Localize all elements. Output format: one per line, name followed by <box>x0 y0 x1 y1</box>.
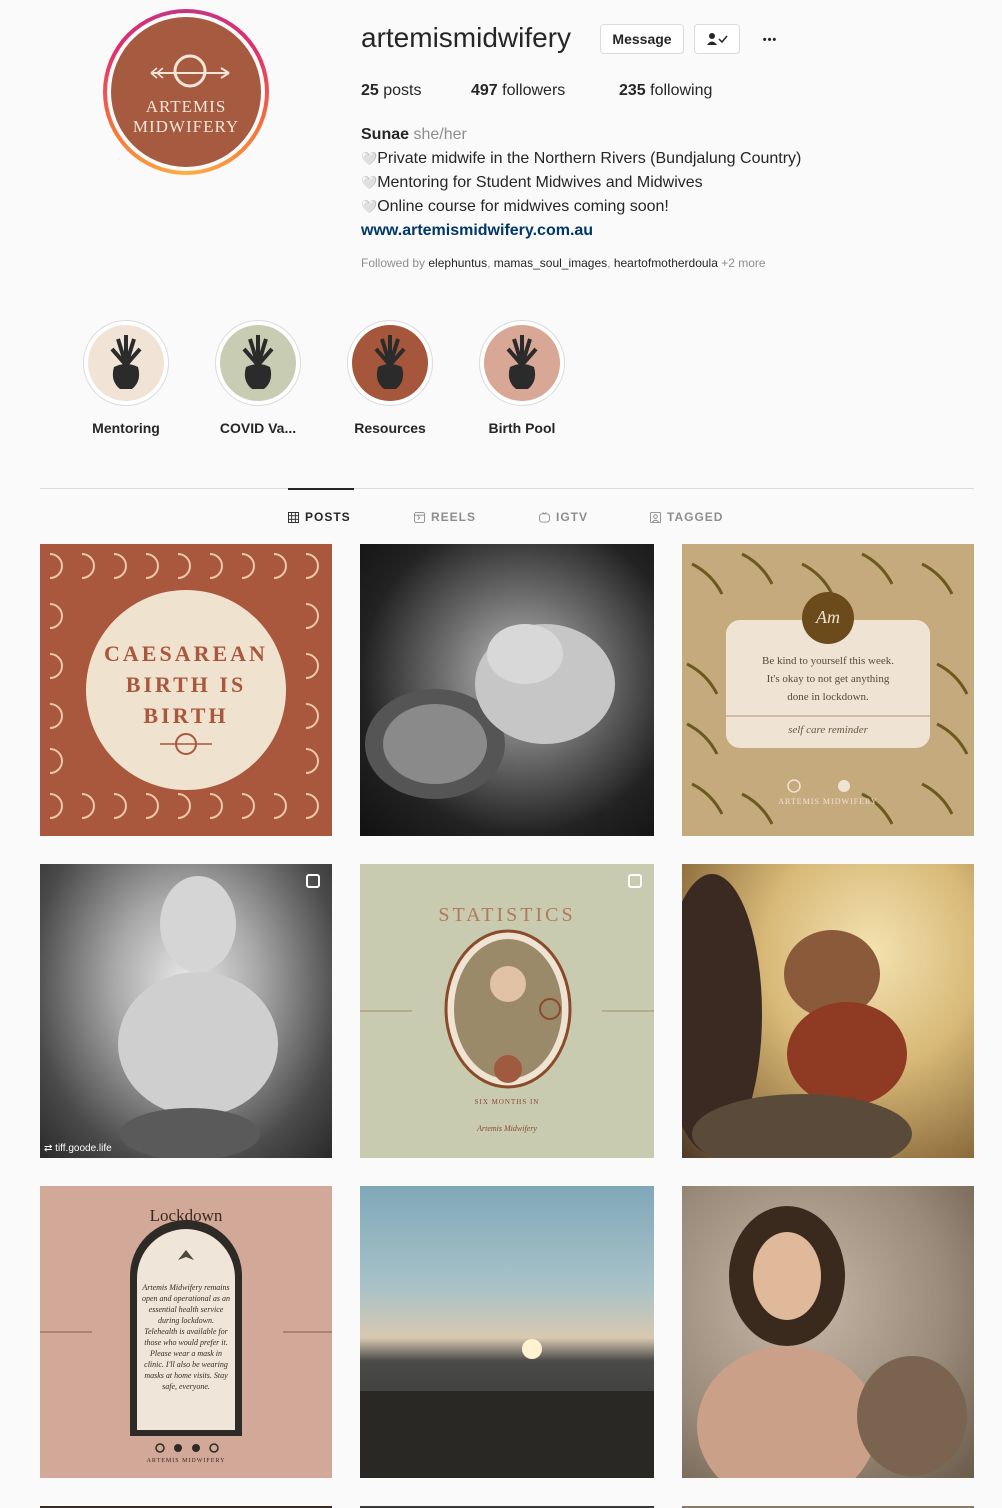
profile-username: artemismidwifery <box>361 22 572 53</box>
highlight-covid[interactable]: COVID Va... <box>214 320 302 436</box>
heart-icon: 🤍 <box>361 151 378 166</box>
tabs-divider <box>40 488 974 489</box>
am-badge: Am <box>816 607 840 627</box>
tagged-icon <box>650 511 661 523</box>
post-text: SIX MONTHS IN <box>474 1098 540 1106</box>
highlight-label: Resources <box>354 420 426 436</box>
followers-count-label: followers <box>497 82 566 99</box>
posts-count: 25 posts <box>361 82 421 100</box>
tab-igtv[interactable]: IGTV <box>539 510 588 524</box>
artemis-arrow-logo <box>150 54 230 88</box>
avatar-text-line1: ARTEMIS <box>145 97 227 116</box>
vase-plant-icon <box>110 335 142 389</box>
heart-icon: 🤍 <box>361 199 378 214</box>
following-button[interactable] <box>694 24 740 54</box>
following-link[interactable]: 235 following <box>619 82 712 100</box>
tab-posts[interactable]: POSTS <box>288 510 351 524</box>
bio-name: Sunae <box>361 126 410 143</box>
followed-more[interactable]: +2 more <box>721 256 765 270</box>
post-caesarean[interactable]: CAESAREAN BIRTH IS BIRTH <box>40 544 332 836</box>
bio-pronouns: she/her <box>413 126 467 143</box>
post-text: BIRTH IS <box>125 672 247 697</box>
post-water-birth-bw[interactable]: ⇄ tiff.goode.life <box>40 864 332 1158</box>
igtv-icon <box>539 511 550 523</box>
vase-plant-icon <box>506 335 538 389</box>
post-birth-photo-bw[interactable] <box>360 544 654 836</box>
bio-website-link[interactable]: www.artemismidwifery.com.au <box>361 219 593 243</box>
vase-plant-icon <box>242 335 274 389</box>
post-brand: ARTEMIS MIDWIFERY <box>778 797 878 806</box>
highlight-cover <box>220 325 296 401</box>
tab-tagged[interactable]: TAGGED <box>650 510 723 524</box>
post-text: Artemis Midwifery <box>477 1124 537 1133</box>
highlight-mentoring[interactable]: Mentoring <box>82 320 170 436</box>
multiple-posts-icon <box>306 874 320 888</box>
followers-count-value: 497 <box>471 82 498 99</box>
repost-handle: tiff.goode.life <box>55 1143 112 1154</box>
post-title: Lockdown <box>149 1206 223 1225</box>
bio-line: 🤍Online course for midwives coming soon! <box>361 198 669 215</box>
highlight-cover <box>484 325 560 401</box>
highlight-birth-pool[interactable]: Birth Pool <box>478 320 566 436</box>
highlight-label: COVID Va... <box>219 420 297 436</box>
post-text: done in lockdown. <box>787 691 869 703</box>
post-statistics[interactable]: STATISTICS SIX MONTHS IN Artemis Midwife… <box>360 864 654 1158</box>
posts-count-value: 25 <box>361 82 379 99</box>
profile-avatar-ring[interactable]: ARTEMIS MIDWIFERY <box>103 9 269 175</box>
active-tab-indicator <box>288 488 354 490</box>
post-text: It's okay to not get anything <box>766 673 890 685</box>
repost-icon: ⇄ <box>44 1143 56 1154</box>
post-title: STATISTICS <box>438 904 576 926</box>
multiple-posts-icon <box>628 874 642 888</box>
user-check-icon <box>707 33 728 45</box>
bio-line: 🤍Mentoring for Student Midwives and Midw… <box>361 174 703 191</box>
post-portrait-woman[interactable] <box>682 1186 974 1478</box>
followed-user[interactable]: elephuntus <box>428 256 487 270</box>
grid-icon <box>288 511 299 523</box>
more-options-icon[interactable]: ••• <box>758 28 782 52</box>
post-lockdown[interactable]: Lockdown Artemis Midwifery remains open … <box>40 1186 332 1478</box>
post-self-care-reminder[interactable]: Am Be kind to yourself this week. It's o… <box>682 544 974 836</box>
highlight-cover <box>352 325 428 401</box>
tab-reels[interactable]: REELS <box>414 510 476 524</box>
followed-user[interactable]: mamas_soul_images <box>494 256 607 270</box>
heart-icon: 🤍 <box>361 175 378 190</box>
reels-icon <box>414 511 425 523</box>
followers-link[interactable]: 497 followers <box>471 82 565 100</box>
vase-plant-icon <box>374 335 406 389</box>
highlight-resources[interactable]: Resources <box>346 320 434 436</box>
highlight-label: Birth Pool <box>488 420 556 436</box>
highlight-label: Mentoring <box>92 420 160 436</box>
post-text: BIRTH <box>143 703 229 728</box>
followed-user[interactable]: heartofmotherdoula <box>614 256 718 270</box>
post-sunset-beach[interactable] <box>360 1186 654 1478</box>
profile-avatar: ARTEMIS MIDWIFERY <box>111 17 261 167</box>
bio-line: 🤍Private midwife in the Northern Rivers … <box>361 150 802 167</box>
followed-by[interactable]: Followed by elephuntus, mamas_soul_image… <box>361 256 766 270</box>
post-brand: ARTEMIS MIDWIFERY <box>146 1458 226 1464</box>
posts-count-label: posts <box>378 82 422 99</box>
post-newborn-photo[interactable] <box>682 864 974 1158</box>
bio-name-row: Sunae she/her <box>361 123 467 147</box>
message-button[interactable]: Message <box>600 24 684 54</box>
following-count-value: 235 <box>619 82 646 99</box>
post-text: CAESAREAN <box>104 641 268 666</box>
post-text: self care reminder <box>788 724 868 736</box>
highlight-cover <box>88 325 164 401</box>
post-text: Artemis Midwifery remains open and opera… <box>142 1283 230 1391</box>
following-count-label: following <box>645 82 713 99</box>
post-text: Be kind to yourself this week. <box>762 655 894 667</box>
avatar-text-line2: MIDWIFERY <box>132 117 240 136</box>
